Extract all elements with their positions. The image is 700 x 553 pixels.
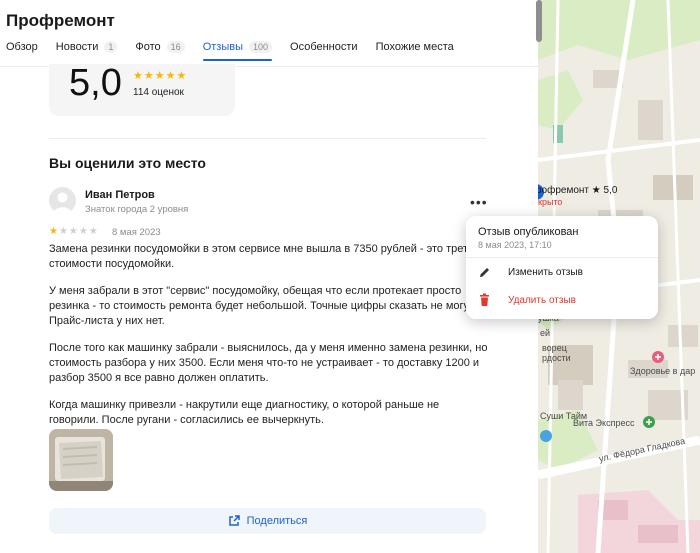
review-author-name[interactable]: Иван Петров	[85, 189, 155, 201]
edit-review-label: Изменить отзыв	[508, 267, 583, 278]
more-options-icon[interactable]: •••	[470, 194, 488, 210]
rating-stars: ★★★★★	[133, 70, 188, 82]
popup-divider	[466, 257, 658, 258]
tab-count: 1	[104, 41, 118, 53]
star-empty-icon: ★★★★	[58, 226, 99, 237]
org-panel: Профремонт Обзор Новости 1 Фото 16 Отзыв…	[0, 0, 538, 553]
review-options-popup: Отзыв опубликован 8 мая 2023, 17:10 Изме…	[466, 216, 658, 319]
review-paragraph: Замена резинки посудомойки в этом сервис…	[49, 243, 469, 270]
review-photo-thumbnail[interactable]	[49, 429, 113, 491]
rating-summary-card: 5,0 ★★★★★ 114 оценок	[49, 62, 235, 116]
delete-review-menu-item[interactable]: Удалить отзыв	[478, 293, 576, 307]
review-body: Замена резинки посудомойки в этом сервис…	[49, 242, 489, 440]
review-paragraph: У меня забрали в этот "сервис" посудомой…	[49, 285, 470, 327]
map-fragment-label: ей	[540, 328, 551, 338]
section-divider	[49, 138, 486, 139]
tab-count: 100	[248, 41, 273, 53]
tab-label: Обзор	[6, 41, 38, 53]
tab-similar-places[interactable]: Похожие места	[376, 41, 454, 61]
popup-date: 8 мая 2023, 17:10	[478, 240, 552, 250]
review-photo-image	[49, 429, 113, 491]
share-button[interactable]: Поделиться	[49, 508, 486, 534]
pencil-icon	[478, 266, 494, 279]
trash-icon	[478, 293, 494, 307]
tab-label: Новости	[55, 41, 99, 53]
user-silhouette-icon	[53, 192, 72, 214]
map-poi-label[interactable]: Здоровье в дар	[630, 366, 695, 377]
map-place-status: крыто	[538, 197, 563, 207]
org-title: Профремонт	[6, 11, 115, 30]
tab-label: Фото	[135, 41, 161, 53]
star-filled-icon: ★	[49, 226, 59, 237]
tab-label: Особенности	[290, 41, 358, 53]
tab-reviews[interactable]: Отзывы 100	[202, 41, 273, 61]
avatar[interactable]	[49, 187, 76, 214]
tab-photos[interactable]: Фото 16	[135, 41, 185, 61]
delete-review-label: Удалить отзыв	[508, 294, 576, 306]
share-icon	[228, 515, 240, 527]
review-rating-stars: ★★★★★	[49, 226, 99, 237]
review-author-level: Знаток города 2 уровня	[85, 204, 189, 215]
rating-value: 5,0	[69, 62, 122, 104]
popup-title: Отзыв опубликован	[478, 226, 579, 238]
tab-label: Похожие места	[375, 41, 454, 53]
tab-features[interactable]: Особенности	[290, 41, 358, 61]
my-review-heading: Вы оценили это место	[49, 155, 206, 171]
tab-count: 16	[166, 41, 185, 53]
tab-bar: Обзор Новости 1 Фото 16 Отзывы 100 Особе…	[6, 41, 472, 61]
map-place-label[interactable]: рофремонт ★ 5,0	[538, 185, 617, 196]
review-paragraph: После того как машинку забрали - выяснил…	[49, 342, 488, 384]
rating-count: 114 оценок	[133, 87, 184, 98]
review-paragraph: Когда машинку привезли - накрутили еще д…	[49, 399, 440, 426]
tab-news[interactable]: Новости 1	[56, 41, 118, 61]
map-fragment-label: рдости	[542, 353, 571, 363]
edit-review-menu-item[interactable]: Изменить отзыв	[478, 266, 583, 279]
tab-overview[interactable]: Обзор	[6, 41, 38, 61]
share-button-label: Поделиться	[246, 515, 308, 527]
review-date: 8 мая 2023	[112, 227, 161, 238]
panel-scrollbar[interactable]	[536, 0, 542, 42]
tab-label: Отзывы	[202, 41, 243, 53]
map-poi-label[interactable]: Суши Тайм	[540, 411, 587, 422]
